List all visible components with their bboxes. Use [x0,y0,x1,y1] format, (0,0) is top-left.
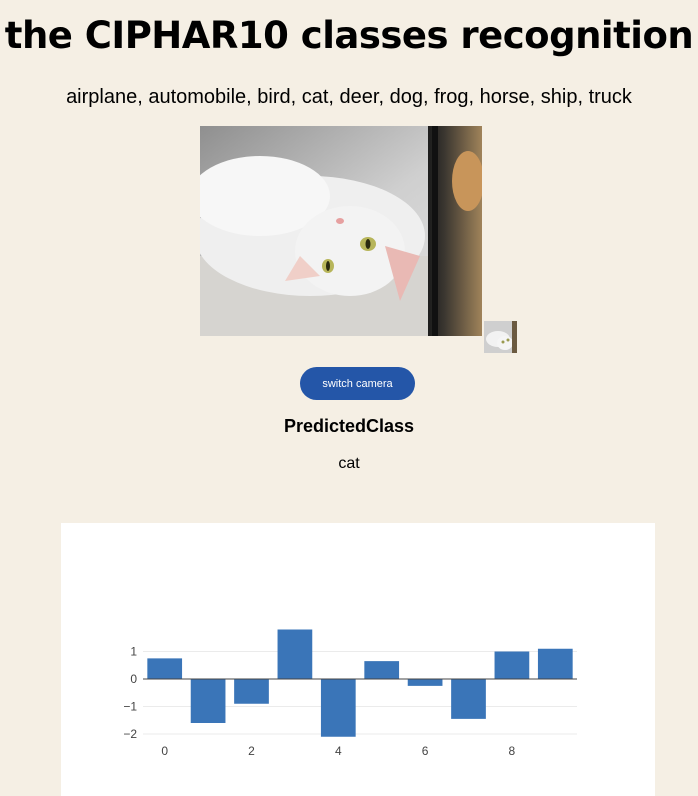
y-tick-label: 0 [130,672,137,686]
camera-thumbnail [484,321,517,353]
bar [537,648,573,679]
y-tick-label: −2 [123,727,137,741]
bar-chart: 1 0 −1 −2 0 2 4 6 8 [123,629,577,758]
x-tick-label: 6 [422,744,429,758]
switch-camera-button[interactable]: switch camera [300,367,415,400]
x-tick-label: 8 [509,744,516,758]
x-tick-label: 0 [161,744,168,758]
y-tick-label: −1 [123,700,137,714]
bar [364,661,400,679]
camera-feed [200,126,482,336]
class-list-subtitle: airplane, automobile, bird, cat, deer, d… [66,86,632,108]
predicted-class-value: cat [338,455,360,472]
bar [277,629,313,679]
bar [234,679,269,704]
bar [190,679,226,723]
bar [147,658,183,679]
prediction-chart: 1 0 −1 −2 0 2 4 6 8 [61,523,655,796]
bar [451,679,486,719]
camera-thumbnail-image [484,321,517,353]
page-title: the CIPHAR10 classes recognition [4,14,694,57]
bar [407,679,443,686]
bar [320,679,356,737]
camera-feed-image [200,126,482,336]
bar [494,651,530,679]
x-tick-label: 2 [248,744,255,758]
y-tick-label: 1 [130,645,137,659]
predicted-class-label: PredictedClass [283,416,415,436]
x-tick-label: 4 [335,744,342,758]
